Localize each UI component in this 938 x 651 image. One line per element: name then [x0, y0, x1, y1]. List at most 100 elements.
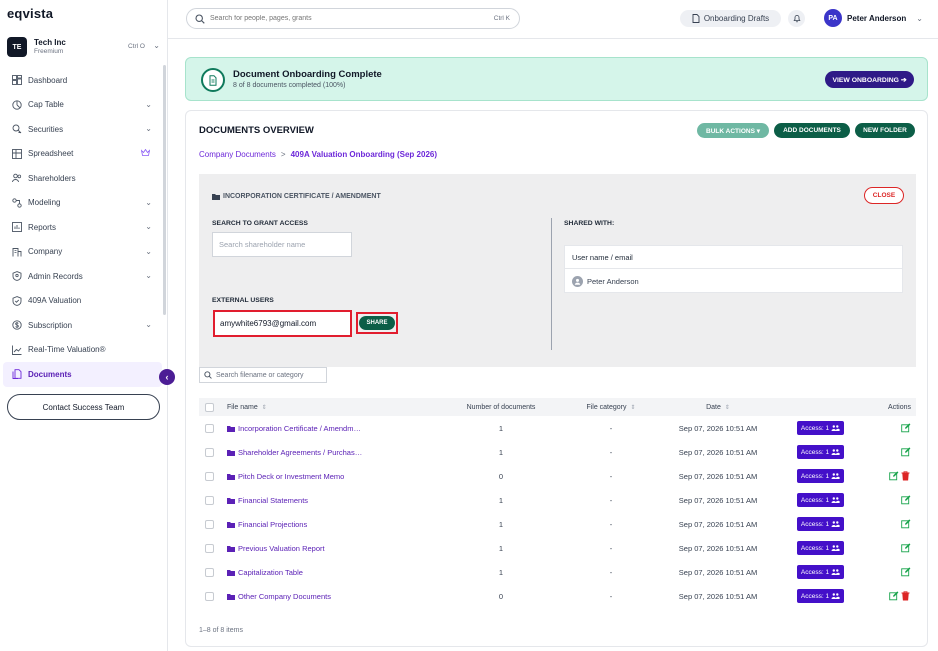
- notifications-bell-icon[interactable]: [788, 10, 805, 27]
- date-header[interactable]: Date ⇕: [677, 404, 759, 411]
- chevron-down-icon: ⌄: [916, 13, 923, 23]
- onboarding-drafts-button[interactable]: Onboarding Drafts: [680, 10, 781, 27]
- global-search-input[interactable]: [210, 15, 480, 22]
- sidebar-item-documents[interactable]: Documents: [3, 362, 162, 387]
- row-checkbox[interactable]: [205, 447, 214, 457]
- banner-subtitle: 8 of 8 documents completed (100%): [233, 82, 346, 89]
- edit-icon[interactable]: [901, 495, 911, 505]
- row-checkbox[interactable]: [205, 567, 214, 577]
- global-search[interactable]: Ctrl K: [186, 8, 520, 29]
- row-checkbox[interactable]: [205, 495, 214, 505]
- file-name-cell[interactable]: Financial Statements: [227, 496, 308, 505]
- select-all-checkbox[interactable]: [205, 402, 214, 412]
- sort-icon: ⇕: [261, 404, 267, 411]
- org-avatar: TE: [7, 37, 27, 57]
- external-email-field[interactable]: amywhite6793@gmail.com: [213, 310, 352, 337]
- users-icon: [831, 497, 840, 503]
- file-name-cell[interactable]: Other Company Documents: [227, 592, 331, 601]
- view-onboarding-button[interactable]: VIEW ONBOARDING ➔: [825, 71, 914, 88]
- sidebar-item-real-time-valuation[interactable]: Real-Time Valuation®: [0, 338, 162, 363]
- delete-icon[interactable]: [901, 471, 911, 481]
- file-name-link[interactable]: Pitch Deck or Investment Memo: [238, 472, 344, 481]
- breadcrumb-current[interactable]: 409A Valuation Onboarding (Sep 2026): [291, 150, 437, 159]
- sort-icon: ⇕: [630, 404, 636, 411]
- sidebar-item-reports[interactable]: Reports ⌄: [0, 215, 162, 240]
- close-button[interactable]: CLOSE: [864, 187, 904, 204]
- org-switcher[interactable]: TE Tech Inc Freemium Ctrl O ⌄: [7, 36, 161, 58]
- access-button[interactable]: Access: 1: [797, 589, 844, 603]
- edit-icon[interactable]: [889, 591, 899, 601]
- row-checkbox[interactable]: [205, 543, 214, 553]
- sidebar-item-spreadsheet[interactable]: Spreadsheet: [0, 142, 162, 167]
- sidebar-item-shareholders[interactable]: Shareholders: [0, 166, 162, 191]
- date-cell: Sep 07, 2026 10:51 AM: [678, 495, 758, 505]
- row-checkbox[interactable]: [205, 471, 214, 481]
- access-button[interactable]: Access: 1: [797, 469, 844, 483]
- file-name-header[interactable]: File name ⇕: [227, 404, 267, 411]
- sidebar-item-label: Cap Table: [28, 100, 64, 110]
- edit-icon[interactable]: [901, 447, 911, 457]
- access-button[interactable]: Access: 1: [797, 517, 844, 531]
- bulk-actions-button[interactable]: BULK ACTIONS ▾: [697, 123, 769, 138]
- access-label: Access: 1: [800, 568, 830, 576]
- access-button[interactable]: Access: 1: [797, 445, 844, 459]
- row-checkbox[interactable]: [205, 519, 214, 529]
- shield-check-icon: [11, 295, 22, 306]
- edit-icon[interactable]: [901, 423, 911, 433]
- contact-success-team-button[interactable]: Contact Success Team: [7, 394, 160, 420]
- file-name-cell[interactable]: Shareholder Agreements / Purchas…: [227, 448, 362, 457]
- users-icon: [831, 449, 840, 455]
- sidebar-item-dashboard[interactable]: Dashboard: [0, 68, 162, 93]
- document-count: 1: [498, 495, 504, 505]
- file-name-cell[interactable]: Capitalization Table: [227, 568, 303, 577]
- sidebar-item-409a-valuation[interactable]: 409A Valuation: [0, 289, 162, 314]
- edit-icon[interactable]: [901, 567, 911, 577]
- access-button[interactable]: Access: 1: [797, 565, 844, 579]
- add-documents-button[interactable]: ADD DOCUMENTS: [774, 123, 850, 138]
- edit-icon[interactable]: [901, 543, 911, 553]
- edit-icon[interactable]: [901, 519, 911, 529]
- share-button[interactable]: SHARE: [359, 316, 395, 330]
- collapse-sidebar-button[interactable]: ‹: [159, 369, 175, 385]
- file-name-link[interactable]: Capitalization Table: [238, 568, 303, 577]
- user-menu[interactable]: PA Peter Anderson ⌄: [824, 9, 923, 27]
- file-category-header[interactable]: File category ⇕: [571, 404, 651, 411]
- breadcrumb-root-link[interactable]: Company Documents: [199, 150, 276, 159]
- file-name-cell[interactable]: Incorporation Certificate / Amendm…: [227, 424, 361, 433]
- date-cell: Sep 07, 2026 10:51 AM: [678, 567, 758, 577]
- sidebar-item-modeling[interactable]: Modeling ⌄: [0, 191, 162, 216]
- sidebar-scrollbar[interactable]: [163, 65, 166, 315]
- document-count: 0: [498, 591, 504, 601]
- edit-icon[interactable]: [889, 471, 899, 481]
- sidebar-item-cap-table[interactable]: Cap Table ⌄: [0, 93, 162, 118]
- file-name-link[interactable]: Financial Statements: [238, 496, 308, 505]
- file-category: -: [609, 519, 613, 529]
- company-icon: [11, 246, 22, 257]
- logo[interactable]: eqvista: [7, 6, 53, 21]
- access-label: Access: 1: [800, 424, 830, 432]
- file-name-link[interactable]: Incorporation Certificate / Amendm…: [238, 424, 361, 433]
- row-checkbox[interactable]: [205, 591, 214, 601]
- sidebar-item-company[interactable]: Company ⌄: [0, 240, 162, 265]
- sidebar-item-label: Dashboard: [28, 75, 68, 85]
- delete-icon[interactable]: [901, 591, 911, 601]
- file-name-link[interactable]: Shareholder Agreements / Purchas…: [238, 448, 362, 457]
- chevron-down-icon: ⌄: [145, 222, 152, 231]
- file-name-cell[interactable]: Financial Projections: [227, 520, 307, 529]
- new-folder-button[interactable]: NEW FOLDER: [855, 123, 915, 138]
- search-shareholder-input[interactable]: Search shareholder name: [212, 232, 352, 257]
- file-name-cell[interactable]: Pitch Deck or Investment Memo: [227, 472, 344, 481]
- file-name-link[interactable]: Financial Projections: [238, 520, 307, 529]
- filename-filter[interactable]: Search filename or category: [199, 367, 327, 383]
- access-button[interactable]: Access: 1: [797, 421, 844, 435]
- file-name-link[interactable]: Other Company Documents: [238, 592, 331, 601]
- sidebar-item-securities[interactable]: Securities ⌄: [0, 117, 162, 142]
- sidebar-item-admin-records[interactable]: Admin Records ⌄: [0, 264, 162, 289]
- access-button[interactable]: Access: 1: [797, 541, 844, 555]
- file-name-cell[interactable]: Previous Valuation Report: [227, 544, 325, 553]
- sidebar-item-subscription[interactable]: Subscription ⌄: [0, 313, 162, 338]
- access-button[interactable]: Access: 1: [797, 493, 844, 507]
- row-checkbox[interactable]: [205, 423, 214, 433]
- file-name-link[interactable]: Previous Valuation Report: [238, 544, 325, 553]
- sort-icon: ⇕: [724, 404, 730, 411]
